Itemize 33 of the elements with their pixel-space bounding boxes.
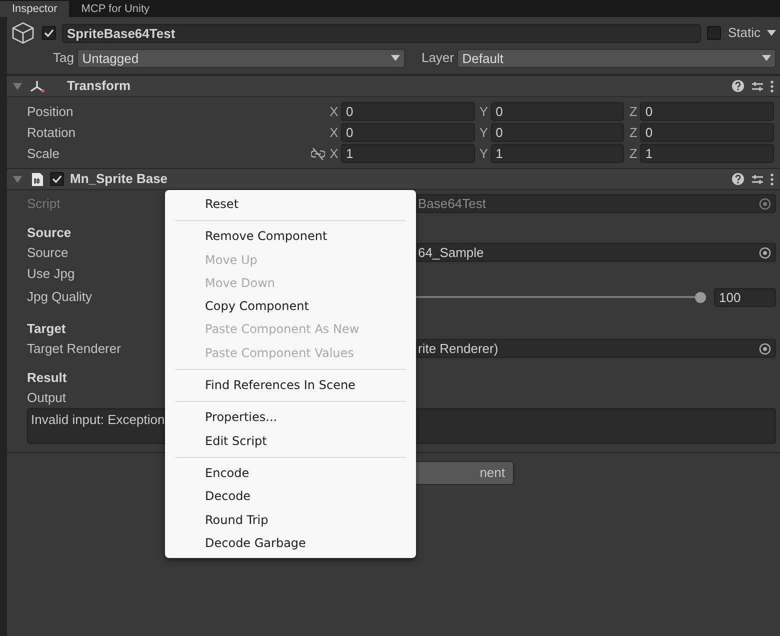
property-label: Jpg Quality xyxy=(27,288,94,306)
tag-label: Tag xyxy=(53,49,74,68)
property-label: Rotation xyxy=(27,124,76,142)
property-label: Use Jpg xyxy=(27,264,76,283)
axis-label: X xyxy=(328,102,340,121)
section-header: Result xyxy=(27,369,67,388)
component-title: Transform xyxy=(67,77,131,96)
axis-label: Y xyxy=(478,102,489,121)
axis-label: X xyxy=(328,144,340,163)
axis-label: Y xyxy=(478,144,489,163)
property-label: Script xyxy=(27,194,62,213)
axis-label: X xyxy=(328,124,340,142)
section-header: Source xyxy=(27,224,72,242)
menu-item: Paste Component As New xyxy=(204,321,360,338)
menu-item: Move Down xyxy=(204,274,276,292)
dropdown-value: Default xyxy=(462,50,504,66)
axis-label: Y xyxy=(478,124,489,142)
static-label: Static xyxy=(728,24,760,42)
axis-label: Z xyxy=(628,102,638,121)
component-title: Mn_Sprite Base xyxy=(70,170,168,188)
field-value: rite Renderer) xyxy=(418,340,498,357)
dropdown-value: Untagged xyxy=(82,50,139,66)
layer-label: Layer xyxy=(421,49,454,68)
field-value: Base64Test xyxy=(418,195,486,212)
axis-label: Z xyxy=(628,124,638,142)
property-label: Position xyxy=(27,102,74,121)
property-label: Target Renderer xyxy=(27,340,122,358)
property-label: Output xyxy=(27,388,68,407)
section-header: Target xyxy=(27,320,66,338)
property-label: Scale xyxy=(27,144,60,163)
axis-label: Z xyxy=(628,144,638,163)
field-value: 64_Sample xyxy=(418,244,484,261)
property-label: Source xyxy=(27,244,70,262)
